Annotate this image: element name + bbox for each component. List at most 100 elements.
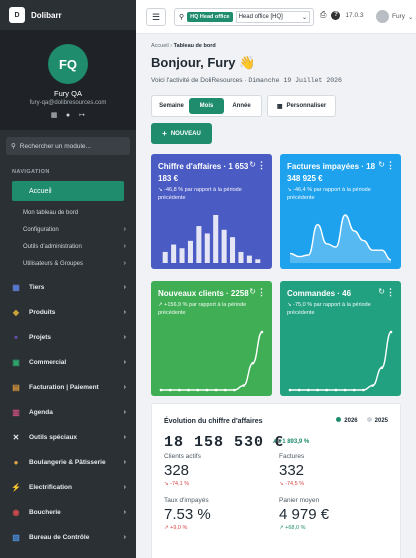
stat-change: ↗ +68,0 % bbox=[279, 525, 306, 531]
menu-toggle-button[interactable]: ☰ bbox=[146, 8, 166, 26]
kpi-chart bbox=[289, 214, 392, 263]
stat-block: Taux d'impayés 7.53 % ↗ +9,0 % bbox=[164, 497, 211, 531]
brand-name: Dolibarr bbox=[31, 10, 62, 20]
sidebar-sub-item[interactable]: Configuration › bbox=[0, 221, 136, 238]
new-button[interactable]: + NOUVEAU bbox=[151, 123, 212, 144]
help-icon[interactable]: ? bbox=[331, 10, 341, 20]
sidebar-sub-label: Configuration bbox=[23, 226, 59, 233]
period-month-button[interactable]: Mois bbox=[189, 98, 224, 114]
sidebar-module-item[interactable]: ⚬ Projets › bbox=[0, 325, 136, 350]
sidebar-module-label: Agenda bbox=[29, 409, 53, 416]
sidebar-module-label: Tiers bbox=[29, 284, 45, 291]
sitemap-icon: ⚬ bbox=[12, 333, 20, 342]
chart-point bbox=[389, 330, 393, 334]
sidebar-module-item[interactable]: ● Boulangerie & Pâtisserie › bbox=[0, 450, 136, 475]
legend-current-label: 2026 bbox=[344, 418, 358, 424]
sidebar-module-item[interactable]: ▤ Facturation | Paiement › bbox=[0, 375, 136, 400]
more-options-icon[interactable]: ⋮ bbox=[257, 160, 266, 171]
stat-block: Panier moyen 4 979 € ↗ +68,0 % bbox=[279, 497, 329, 531]
chart-bar bbox=[204, 233, 210, 263]
sidebar-module-item[interactable]: ✕ Outils spéciaux › bbox=[0, 425, 136, 450]
sidebar-module-item[interactable]: ◆ Produits › bbox=[0, 300, 136, 325]
entity-selector[interactable]: ⚲ HQ Head office Head office [HQ] ⌄ bbox=[174, 8, 314, 26]
breadcrumb: Accueil › Tableau de bord bbox=[151, 43, 216, 49]
breadcrumb-home[interactable]: Accueil bbox=[151, 43, 169, 49]
revenue-evolution-card: Évolution du chiffre d'affaires 2026 202… bbox=[151, 403, 401, 558]
sidebar-module-item[interactable]: ◉ Boucherie › bbox=[0, 500, 136, 525]
more-options-icon[interactable]: ⋮ bbox=[386, 160, 395, 171]
chart-point bbox=[159, 388, 163, 392]
kpi-card[interactable]: Factures impayées · 18 348 925 € ↘ -46,4 … bbox=[280, 154, 401, 269]
kpi-card[interactable]: Nouveaux clients · 2258 ↗ +156,9 % par ra… bbox=[151, 281, 272, 396]
more-options-icon[interactable]: ⋮ bbox=[257, 287, 266, 298]
main-content: Accueil › Tableau de bord Bonjour, Fury … bbox=[136, 34, 416, 558]
chart-point bbox=[251, 361, 255, 365]
period-year-button[interactable]: Année bbox=[224, 98, 259, 114]
chart-point bbox=[288, 388, 292, 392]
subtitle-text: Voici l'activité de DoliResources · bbox=[151, 77, 249, 84]
kpi-title: Chiffre d'affaires · 1 653 183 € bbox=[158, 162, 249, 183]
sidebar-item-accueil[interactable]: Accueil bbox=[12, 181, 124, 201]
kpi-chart bbox=[162, 215, 261, 263]
period-week-button[interactable]: Semaine bbox=[154, 98, 189, 114]
refresh-icon[interactable]: ↻ bbox=[378, 160, 385, 169]
chevron-down-icon: ⌄ bbox=[408, 13, 414, 21]
kpi-chart bbox=[288, 330, 393, 392]
module-search-input[interactable]: ⚲ Rechercher un module... bbox=[6, 137, 130, 155]
kpi-card[interactable]: Commandes · 46 ↘ -75,0 % par rapport à la… bbox=[280, 281, 401, 396]
sidebar-module-item[interactable]: ▧ Bureau de Contrôle › bbox=[0, 525, 136, 550]
refresh-icon[interactable]: ↻ bbox=[249, 160, 256, 169]
box-icon: ◆ bbox=[12, 308, 20, 317]
chart-point bbox=[343, 388, 347, 392]
legend-current[interactable]: 2026 bbox=[336, 417, 358, 424]
sidebar-module-item[interactable]: ▣ Commercial › bbox=[0, 350, 136, 375]
search-icon: ⚲ bbox=[179, 14, 185, 21]
kpi-title: Nouveaux clients · 2258 bbox=[158, 289, 249, 298]
stat-block: Factures 332 ↘ -74,5 % bbox=[279, 453, 304, 487]
more-options-icon[interactable]: ⋮ bbox=[386, 287, 395, 298]
stat-change: ↗ +9,0 % bbox=[164, 525, 188, 531]
chevron-right-icon: › bbox=[123, 534, 126, 541]
sidebar-sub-item[interactable]: Outils d'administration › bbox=[0, 238, 136, 255]
breadcrumb-current: Tableau de bord bbox=[173, 43, 216, 49]
kpi-card[interactable]: Chiffre d'affaires · 1 653 183 € ↘ -46,8 … bbox=[151, 154, 272, 269]
print-icon[interactable]: ⎙ bbox=[320, 10, 326, 20]
bolt-icon: ⚡ bbox=[11, 483, 21, 492]
meat-icon: ◉ bbox=[12, 508, 20, 517]
chart-bar bbox=[196, 226, 202, 263]
refresh-icon[interactable]: ↻ bbox=[249, 287, 256, 296]
legend-previous-label: 2025 bbox=[374, 418, 388, 424]
brand[interactable]: D Dolibarr bbox=[0, 0, 136, 30]
sidebar-sub-item[interactable]: Mon tableau de bord bbox=[0, 204, 136, 221]
chart-bar bbox=[230, 237, 236, 263]
refresh-icon[interactable]: ↻ bbox=[378, 287, 385, 296]
grid-icon[interactable]: ▦ bbox=[50, 112, 58, 120]
sidebar-module-item[interactable]: ▦ Tiers › bbox=[0, 275, 136, 300]
evolution-amount-change: ↗ +1 893,9 % bbox=[272, 439, 310, 445]
chevron-right-icon: › bbox=[123, 434, 126, 441]
sidebar-sub-item[interactable]: Utilisateurs & Groupes › bbox=[0, 255, 136, 272]
chevron-right-icon: › bbox=[123, 284, 126, 291]
sidebar-module-label: Commercial bbox=[29, 359, 67, 366]
user-menu[interactable]: Fury ⌄ bbox=[376, 10, 413, 23]
chart-point bbox=[307, 388, 310, 392]
avatar[interactable]: FQ bbox=[48, 44, 88, 84]
calendar-icon: ▥ bbox=[12, 408, 20, 417]
legend-previous[interactable]: 2025 bbox=[366, 417, 388, 424]
topbar: ☰ ⚲ HQ Head office Head office [HQ] ⌄ ⎙ … bbox=[136, 0, 416, 34]
brand-logo-icon: D bbox=[9, 7, 25, 23]
sidebar-module-item[interactable]: ▥ Agenda › bbox=[0, 400, 136, 425]
customize-button[interactable]: ▦ Personnaliser bbox=[267, 95, 336, 117]
chart-point bbox=[380, 366, 384, 369]
clipboard-icon: ▧ bbox=[12, 533, 20, 542]
hamburger-icon: ☰ bbox=[151, 11, 161, 22]
user-icon[interactable]: ● bbox=[64, 112, 72, 120]
logout-icon[interactable]: ↦ bbox=[78, 112, 86, 120]
chart-point bbox=[187, 388, 190, 392]
chart-bar bbox=[179, 248, 185, 263]
page-subtitle: Voici l'activité de DoliResources · Dima… bbox=[151, 77, 342, 84]
chart-point bbox=[214, 388, 218, 392]
entity-select[interactable]: Head office [HQ] ⌄ bbox=[235, 11, 310, 23]
sidebar-module-item[interactable]: ⚡ Electrification › bbox=[0, 475, 136, 500]
evolution-title: Évolution du chiffre d'affaires bbox=[164, 418, 263, 425]
